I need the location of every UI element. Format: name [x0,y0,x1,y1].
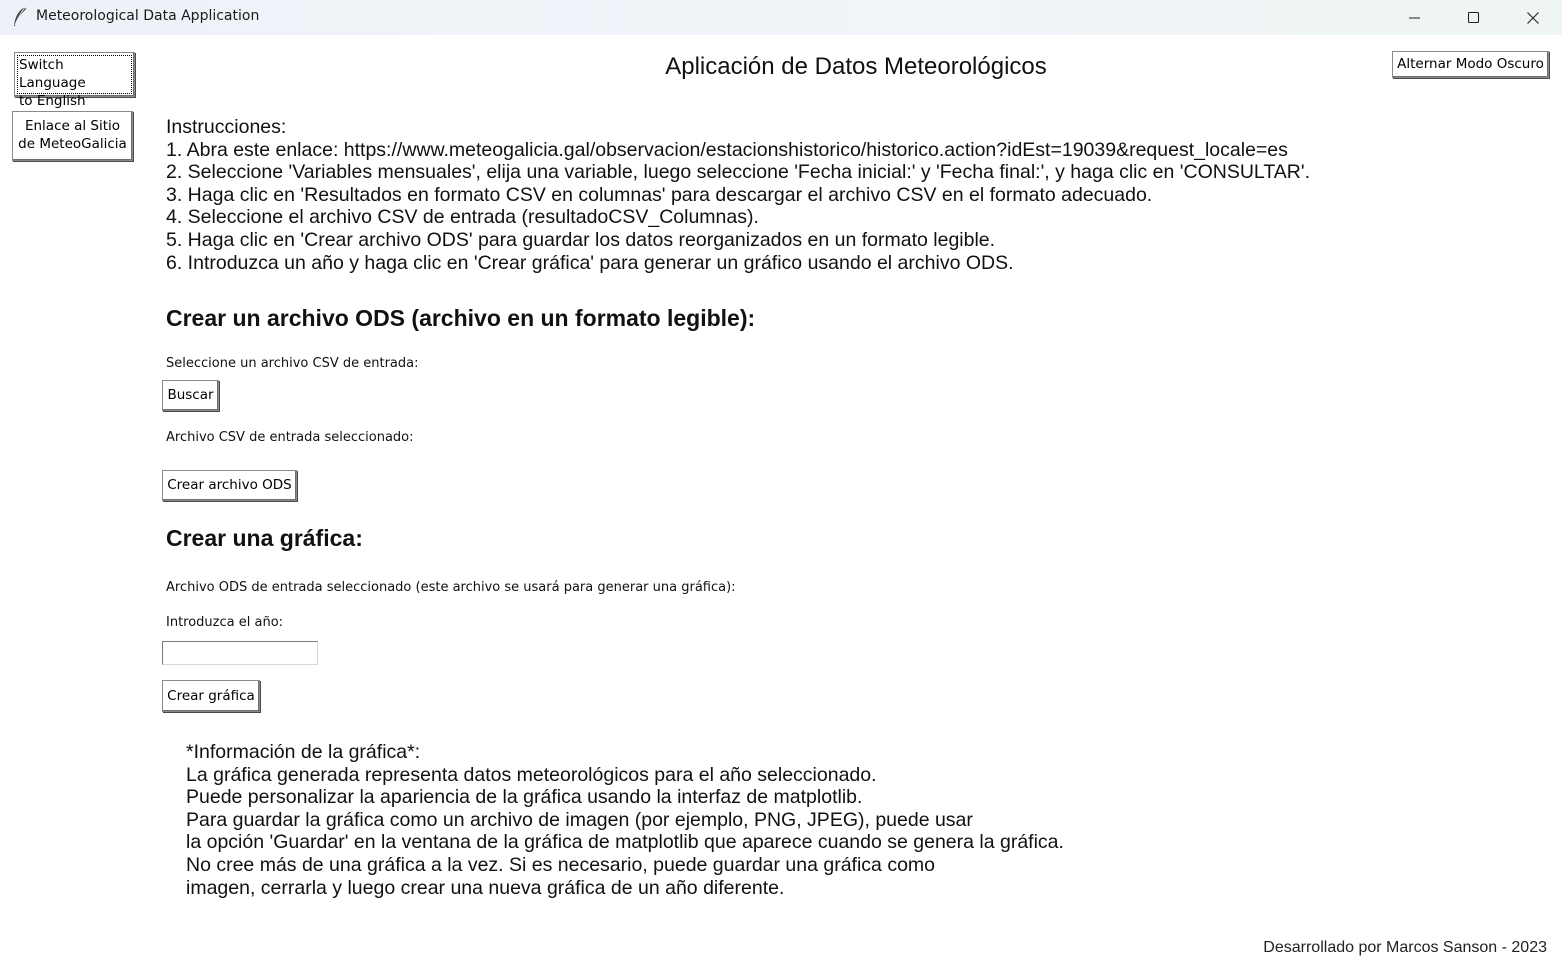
instructions-line: 6. Introduzca un año y haga clic en 'Cre… [166,251,1014,274]
dark-mode-toggle-button[interactable]: Alternar Modo Oscuro [1392,51,1549,78]
window-title: Meteorological Data Application [36,8,260,24]
create-ods-button[interactable]: Crear archivo ODS [162,470,297,501]
year-input[interactable] [162,641,318,665]
graph-info-line: No cree más de una gráfica a la vez. Si … [186,853,936,876]
graph-info-text: *Información de la gráfica*: La gráfica … [186,741,1064,899]
instructions-line: 5. Haga clic en 'Crear archivo ODS' para… [166,228,996,251]
graph-info-line: *Información de la gráfica*: [186,741,421,763]
ods-section-heading: Crear un archivo ODS (archivo en un form… [166,305,756,331]
browse-button[interactable]: Buscar [162,380,219,411]
meteogalicia-link-button[interactable]: Enlace al Sitio de MeteoGalicia [12,111,133,161]
graph-info-line: La gráfica generada representa datos met… [186,763,877,786]
instructions-line: Instrucciones: [166,116,287,138]
graph-info-line: imagen, cerrarla y luego crear una nueva… [186,876,785,899]
maximize-button[interactable] [1445,0,1503,35]
selected-ods-label: Archivo ODS de entrada seleccionado (est… [166,580,736,595]
graph-section-heading: Crear una gráfica: [166,525,363,551]
close-icon [1527,11,1539,24]
graph-info-line: Puede personalizar la apariencia de la g… [186,786,863,809]
instructions-text: Instrucciones: 1. Abra este enlace: http… [166,116,1310,274]
page-title-text: Aplicación de Datos Meteorológicos [665,53,1047,80]
meteogalicia-label-line2: de MeteoGalicia [18,136,127,152]
minimize-button[interactable] [1386,0,1444,35]
create-graph-button[interactable]: Crear gráfica [162,680,260,712]
minimize-icon [1409,17,1420,18]
instructions-line: 4. Seleccione el archivo CSV de entrada … [166,206,759,229]
graph-info-line: la opción 'Guardar' en la ventana de la … [186,831,1064,854]
select-csv-label: Seleccione un archivo CSV de entrada: [166,356,419,371]
instructions-line: 3. Haga clic en 'Resultados en formato C… [166,183,1153,206]
year-label: Introduzca el año: [166,615,284,630]
meteogalicia-label-line1: Enlace al Sitio [24,118,121,134]
footer-credit: Desarrollado por Marcos Sanson - 2023 [1263,939,1547,956]
main-content: Aplicación de Datos Meteorológicos Switc… [0,35,1562,974]
selected-csv-label: Archivo CSV de entrada seleccionado: [166,430,414,445]
switch-language-label-line2: to English [19,93,86,109]
maximize-icon [1468,11,1480,23]
close-button[interactable] [1504,0,1562,35]
instructions-line: 2. Seleccione 'Variables mensuales', eli… [166,161,1311,184]
app-window: Meteorological Data Application Aplicaci… [0,0,1562,974]
switch-language-button[interactable]: Switch Language to English [14,52,135,109]
instructions-line: 1. Abra este enlace: https://www.meteoga… [166,138,1288,161]
graph-info-line: Para guardar la gráfica como un archivo … [186,808,973,831]
title-bar[interactable]: Meteorological Data Application [0,0,1562,35]
switch-language-label-line1: Switch Language [19,57,86,91]
page-title: Aplicación de Datos Meteorológicos [0,53,1562,81]
feather-icon [12,6,28,28]
